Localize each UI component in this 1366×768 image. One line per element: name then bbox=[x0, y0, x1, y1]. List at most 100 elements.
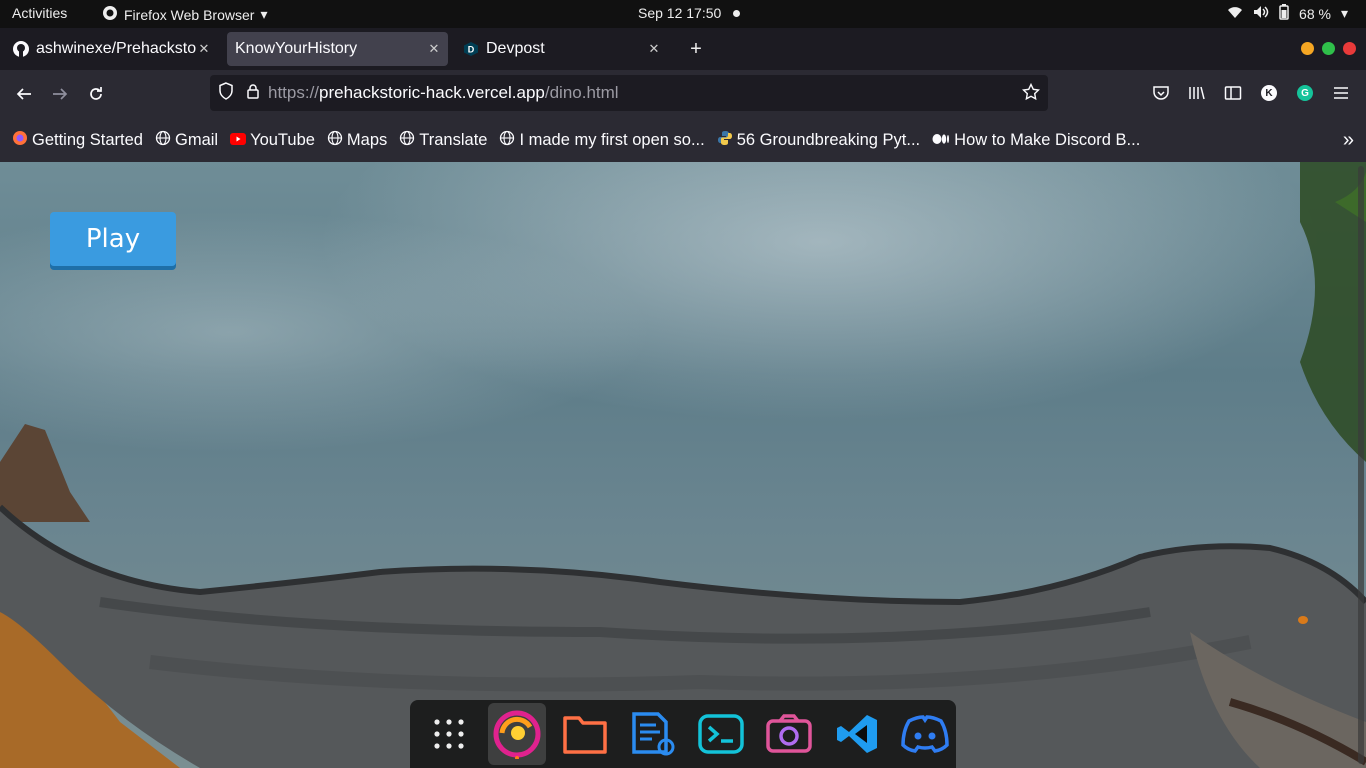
bookmark-open-source[interactable]: I made my first open so... bbox=[499, 130, 705, 151]
youtube-icon bbox=[230, 131, 247, 150]
system-top-bar: Activities Firefox Web Browser ▾ Sep 12 … bbox=[0, 0, 1366, 28]
dock-text-editor-icon[interactable] bbox=[624, 703, 682, 765]
globe-icon bbox=[155, 130, 171, 151]
screenshot-icon bbox=[766, 714, 812, 753]
bookmark-label: Gmail bbox=[174, 130, 219, 149]
medium-icon bbox=[932, 131, 950, 150]
text-editor-icon bbox=[632, 712, 675, 756]
notification-dot bbox=[733, 9, 741, 17]
url-bar[interactable]: https://prehackstoric-hack.vercel.app/di… bbox=[210, 75, 1048, 111]
github-icon bbox=[12, 40, 30, 58]
show-apps-icon[interactable] bbox=[420, 703, 478, 765]
bookmark-star-icon[interactable] bbox=[1021, 82, 1041, 106]
tab-github[interactable]: ashwinexe/Prehackstoric-hack ✕ bbox=[4, 32, 218, 66]
bookmark-label: How to Make Discord B... bbox=[954, 130, 1141, 149]
dock-vscode-icon[interactable] bbox=[828, 703, 886, 765]
tab-devpost[interactable]: D Devpost ✕ bbox=[454, 32, 668, 66]
dock-discord-icon[interactable] bbox=[896, 703, 954, 765]
status-area[interactable]: 68 % ▾ bbox=[1227, 4, 1348, 23]
grammarly-letter: G bbox=[1297, 85, 1313, 101]
bookmark-maps[interactable]: Maps bbox=[327, 130, 387, 151]
forward-button[interactable] bbox=[48, 82, 72, 106]
globe-icon bbox=[499, 130, 515, 151]
globe-icon bbox=[327, 130, 343, 151]
play-button[interactable]: Play bbox=[50, 212, 176, 266]
bookmark-youtube[interactable]: YouTube bbox=[230, 131, 315, 150]
maximize-button[interactable] bbox=[1322, 42, 1335, 55]
terminal-icon bbox=[698, 714, 744, 754]
bookmark-label: Getting Started bbox=[32, 130, 143, 149]
bookmark-translate[interactable]: Translate bbox=[399, 130, 487, 151]
library-icon[interactable] bbox=[1186, 82, 1208, 104]
wifi-icon bbox=[1227, 5, 1243, 22]
profile-letter: K bbox=[1261, 85, 1277, 101]
toolbar-right: K G bbox=[1150, 82, 1352, 104]
bookmark-getting-started[interactable]: Getting Started bbox=[12, 130, 143, 151]
chevron-down-icon: ▾ bbox=[260, 6, 268, 22]
firefox-icon bbox=[12, 130, 28, 151]
bookmark-label: YouTube bbox=[250, 130, 315, 149]
tab-title: ashwinexe/Prehackstoric-hack bbox=[36, 40, 196, 57]
close-window-button[interactable] bbox=[1343, 42, 1356, 55]
tab-title: Devpost bbox=[486, 40, 545, 57]
dock bbox=[410, 700, 956, 768]
clock[interactable]: Sep 12 17:50 bbox=[638, 5, 741, 21]
clock-label: Sep 12 17:50 bbox=[638, 5, 722, 21]
close-icon[interactable]: ✕ bbox=[196, 41, 212, 57]
files-icon bbox=[563, 716, 607, 754]
back-button[interactable] bbox=[12, 82, 36, 106]
sidebar-icon[interactable] bbox=[1222, 82, 1244, 104]
vscode-icon bbox=[837, 715, 877, 753]
page-content: Play bbox=[0, 162, 1366, 768]
globe-icon bbox=[399, 130, 415, 151]
app-menu-label: Firefox Web Browser bbox=[124, 6, 255, 23]
battery-percent: 68 % bbox=[1299, 5, 1331, 22]
bookmark-label: Maps bbox=[346, 130, 388, 149]
bookmark-gmail[interactable]: Gmail bbox=[155, 130, 218, 151]
bookmark-label: I made my first open so... bbox=[519, 130, 705, 149]
activities-button[interactable]: Activities bbox=[12, 5, 67, 21]
new-tab-button[interactable]: + bbox=[684, 38, 708, 61]
firefox-icon bbox=[493, 710, 541, 759]
lock-icon[interactable] bbox=[246, 83, 260, 104]
tab-knowyourhistory[interactable]: KnowYourHistory ✕ bbox=[227, 32, 448, 66]
tab-strip: ashwinexe/Prehackstoric-hack ✕ KnowYourH… bbox=[0, 28, 1366, 70]
tracking-shield-icon[interactable] bbox=[218, 81, 234, 105]
page-scrollbar[interactable] bbox=[1358, 166, 1364, 764]
firefox-icon bbox=[102, 5, 118, 24]
window-controls bbox=[1301, 42, 1356, 55]
dinosaur-background-image bbox=[0, 162, 1366, 768]
chevron-down-icon: ▾ bbox=[1340, 5, 1348, 21]
svg-text:D: D bbox=[468, 45, 475, 55]
close-icon[interactable]: ✕ bbox=[646, 41, 662, 57]
devpost-icon: D bbox=[462, 40, 480, 58]
dock-terminal-icon[interactable] bbox=[692, 703, 750, 765]
close-icon[interactable]: ✕ bbox=[426, 41, 442, 57]
dock-screenshot-icon[interactable] bbox=[760, 703, 818, 765]
dock-files-icon[interactable] bbox=[556, 703, 614, 765]
apps-grid-icon bbox=[434, 719, 464, 749]
profile-avatar[interactable]: K bbox=[1258, 82, 1280, 104]
python-icon bbox=[717, 130, 733, 151]
bookmarks-overflow-icon[interactable]: » bbox=[1343, 129, 1354, 152]
battery-icon bbox=[1279, 4, 1289, 23]
url-scheme: https:// bbox=[268, 83, 320, 102]
url-path: /dino.html bbox=[544, 83, 619, 102]
bookmark-label: 56 Groundbreaking Pyt... bbox=[736, 130, 921, 149]
pocket-icon[interactable] bbox=[1150, 82, 1172, 104]
app-menu[interactable]: Firefox Web Browser ▾ bbox=[102, 5, 267, 24]
url-host: prehackstoric-hack.vercel.app bbox=[319, 83, 545, 102]
bookmark-discord-bot[interactable]: How to Make Discord B... bbox=[932, 131, 1140, 150]
navigation-toolbar: https://prehackstoric-hack.vercel.app/di… bbox=[0, 70, 1366, 118]
grammarly-icon[interactable]: G bbox=[1294, 82, 1316, 104]
volume-icon bbox=[1253, 5, 1269, 22]
bookmark-python[interactable]: 56 Groundbreaking Pyt... bbox=[717, 130, 920, 151]
reload-button[interactable] bbox=[84, 82, 108, 106]
minimize-button[interactable] bbox=[1301, 42, 1314, 55]
hamburger-menu-icon[interactable] bbox=[1330, 82, 1352, 104]
dock-firefox-icon[interactable] bbox=[488, 703, 546, 765]
bookmark-label: Translate bbox=[419, 130, 488, 149]
bookmarks-toolbar: Getting Started Gmail YouTube Maps Trans… bbox=[0, 118, 1366, 162]
tab-title: KnowYourHistory bbox=[235, 40, 358, 57]
url-text[interactable]: https://prehackstoric-hack.vercel.app/di… bbox=[268, 83, 619, 103]
